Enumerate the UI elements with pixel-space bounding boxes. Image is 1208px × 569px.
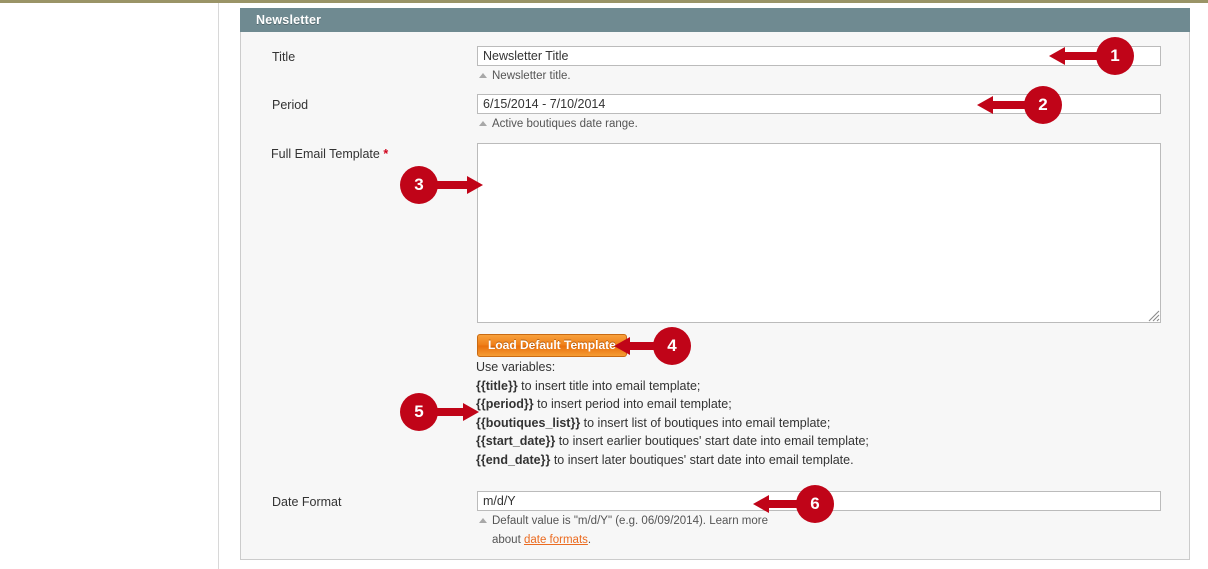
date-format-hint-line1: Default value is "m/d/Y" (e.g. 06/09/201… xyxy=(479,515,768,527)
title-hint-text: Newsletter title. xyxy=(492,70,571,82)
period-label: Period xyxy=(272,98,309,112)
annotation-arrow-5 xyxy=(434,403,479,421)
annotation-marker-2: 2 xyxy=(1024,86,1062,124)
date-format-label: Date Format xyxy=(272,495,342,509)
variable-item-start-date: {{start_date}} to insert earlier boutiqu… xyxy=(476,432,869,451)
annotation-marker-5: 5 xyxy=(400,393,438,431)
variable-token-end-date: {{end_date}} xyxy=(476,452,551,467)
variable-token-title: {{title}} xyxy=(476,378,518,393)
content-gutter xyxy=(220,3,240,569)
date-format-hint-text: Default value is "m/d/Y" (e.g. 06/09/201… xyxy=(492,515,769,527)
template-label-text: Full Email Template xyxy=(271,147,380,161)
screen: Newsletter Title Newsletter title. Perio… xyxy=(0,0,1208,569)
hint-triangle-icon xyxy=(479,518,487,523)
variable-item-title: {{title}} to insert title into email tem… xyxy=(476,377,869,396)
hint-triangle-icon xyxy=(479,121,487,126)
template-label: Full Email Template * xyxy=(271,147,388,161)
variable-desc-title: to insert title into email template; xyxy=(517,378,701,393)
date-format-hint-line2: about date formats. xyxy=(492,534,591,546)
panel-title: Newsletter xyxy=(256,13,322,27)
required-asterisk: * xyxy=(383,147,389,161)
hint-triangle-icon xyxy=(479,73,487,78)
variable-desc-end-date: to insert later boutiques' start date in… xyxy=(550,452,854,467)
variable-token-period: {{period}} xyxy=(476,397,534,411)
variable-item-period: {{period}} to insert period into email t… xyxy=(476,395,869,414)
annotation-marker-1: 1 xyxy=(1096,37,1134,75)
variable-token-start-date: {{start_date}} xyxy=(476,434,556,448)
date-formats-link[interactable]: date formats xyxy=(524,534,588,546)
variable-desc-boutiques-list: to insert list of boutiques into email t… xyxy=(580,415,831,430)
title-hint: Newsletter title. xyxy=(479,70,571,82)
variables-list: Use variables: {{title}} to insert title… xyxy=(476,358,869,469)
variable-token-boutiques-list: {{boutiques_list}} xyxy=(476,415,581,430)
variable-item-boutiques-list: {{boutiques_list}} to insert list of bou… xyxy=(476,414,869,433)
date-format-hint-prefix: about xyxy=(492,534,524,546)
annotation-marker-3: 3 xyxy=(400,166,438,204)
template-textarea[interactable] xyxy=(477,143,1161,323)
period-hint: Active boutiques date range. xyxy=(479,118,638,130)
annotation-marker-4: 4 xyxy=(653,327,691,365)
period-hint-text: Active boutiques date range. xyxy=(492,118,638,130)
panel-header: Newsletter xyxy=(240,8,1190,32)
left-empty-pane xyxy=(0,3,219,569)
annotation-arrow-3 xyxy=(434,176,483,194)
title-label: Title xyxy=(272,50,296,64)
variable-item-end-date: {{end_date}} to insert later boutiques' … xyxy=(476,451,869,470)
variable-desc-start-date: to insert earlier boutiques' start date … xyxy=(555,434,869,448)
variable-desc-period: to insert period into email template; xyxy=(533,397,732,411)
date-format-hint-suffix: . xyxy=(587,534,592,546)
annotation-marker-6: 6 xyxy=(796,485,834,523)
load-default-template-button[interactable]: Load Default Template xyxy=(477,334,627,357)
